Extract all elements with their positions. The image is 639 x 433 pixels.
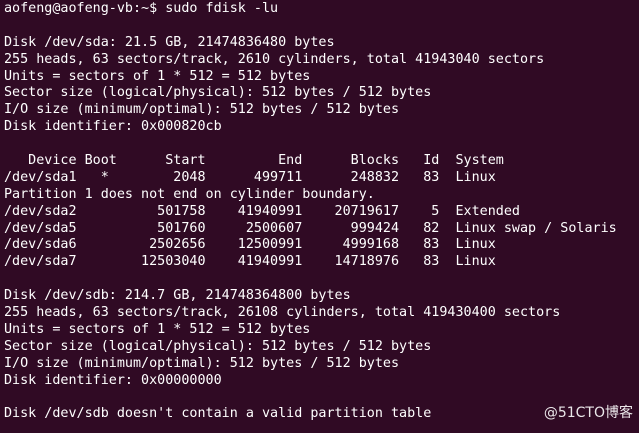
sda-io-size: I/O size (minimum/optimal): 512 bytes / … bbox=[4, 102, 400, 118]
command-prompt-line: aofeng@aofeng-vb:~$ sudo fdisk -lu bbox=[4, 1, 639, 18]
sdb-geometry: 255 heads, 63 sectors/track, 26108 cylin… bbox=[4, 305, 561, 321]
sdb-io-size: I/O size (minimum/optimal): 512 bytes / … bbox=[4, 355, 400, 371]
partition-table-header: Device Boot Start End Blocks Id System bbox=[4, 153, 504, 169]
sda-units: Units = sectors of 1 * 512 = 512 bytes bbox=[4, 68, 311, 84]
prompt-command: sudo fdisk -lu bbox=[157, 1, 279, 16]
watermark: @51CTO博客 bbox=[543, 405, 633, 421]
sdb-identifier: Disk identifier: 0x00000000 bbox=[4, 372, 222, 388]
partition-boundary-warning: Partition 1 does not end on cylinder bou… bbox=[4, 186, 375, 202]
prompt-user-host: aofeng@aofeng-vb:~$ bbox=[4, 1, 158, 16]
sdb-sector-size: Sector size (logical/physical): 512 byte… bbox=[4, 338, 432, 354]
partition-row-sda5: /dev/sda5 501760 2500607 999424 82 Linux… bbox=[4, 220, 617, 236]
partition-row-sda7: /dev/sda7 12503040 41940991 14718976 83 … bbox=[4, 254, 496, 270]
sdb-summary: Disk /dev/sdb: 214.7 GB, 214748364800 by… bbox=[4, 288, 351, 304]
sda-geometry: 255 heads, 63 sectors/track, 2610 cylind… bbox=[4, 51, 545, 67]
sda-sector-size: Sector size (logical/physical): 512 byte… bbox=[4, 85, 432, 101]
terminal-window[interactable]: aofeng@aofeng-vb:~$ sudo fdisk -lu Disk … bbox=[0, 0, 639, 433]
sda-identifier: Disk identifier: 0x000820cb bbox=[4, 119, 222, 135]
partition-row-sda2: /dev/sda2 501758 41940991 20719617 5 Ext… bbox=[4, 203, 520, 219]
partition-row-sda6: /dev/sda6 2502656 12500991 4999168 83 Li… bbox=[4, 237, 496, 253]
sdb-units: Units = sectors of 1 * 512 = 512 bytes bbox=[4, 321, 311, 337]
partition-row-sda1: /dev/sda1 * 2048 499711 248832 83 Linux bbox=[4, 169, 496, 185]
sda-summary: Disk /dev/sda: 21.5 GB, 21474836480 byte… bbox=[4, 34, 335, 50]
